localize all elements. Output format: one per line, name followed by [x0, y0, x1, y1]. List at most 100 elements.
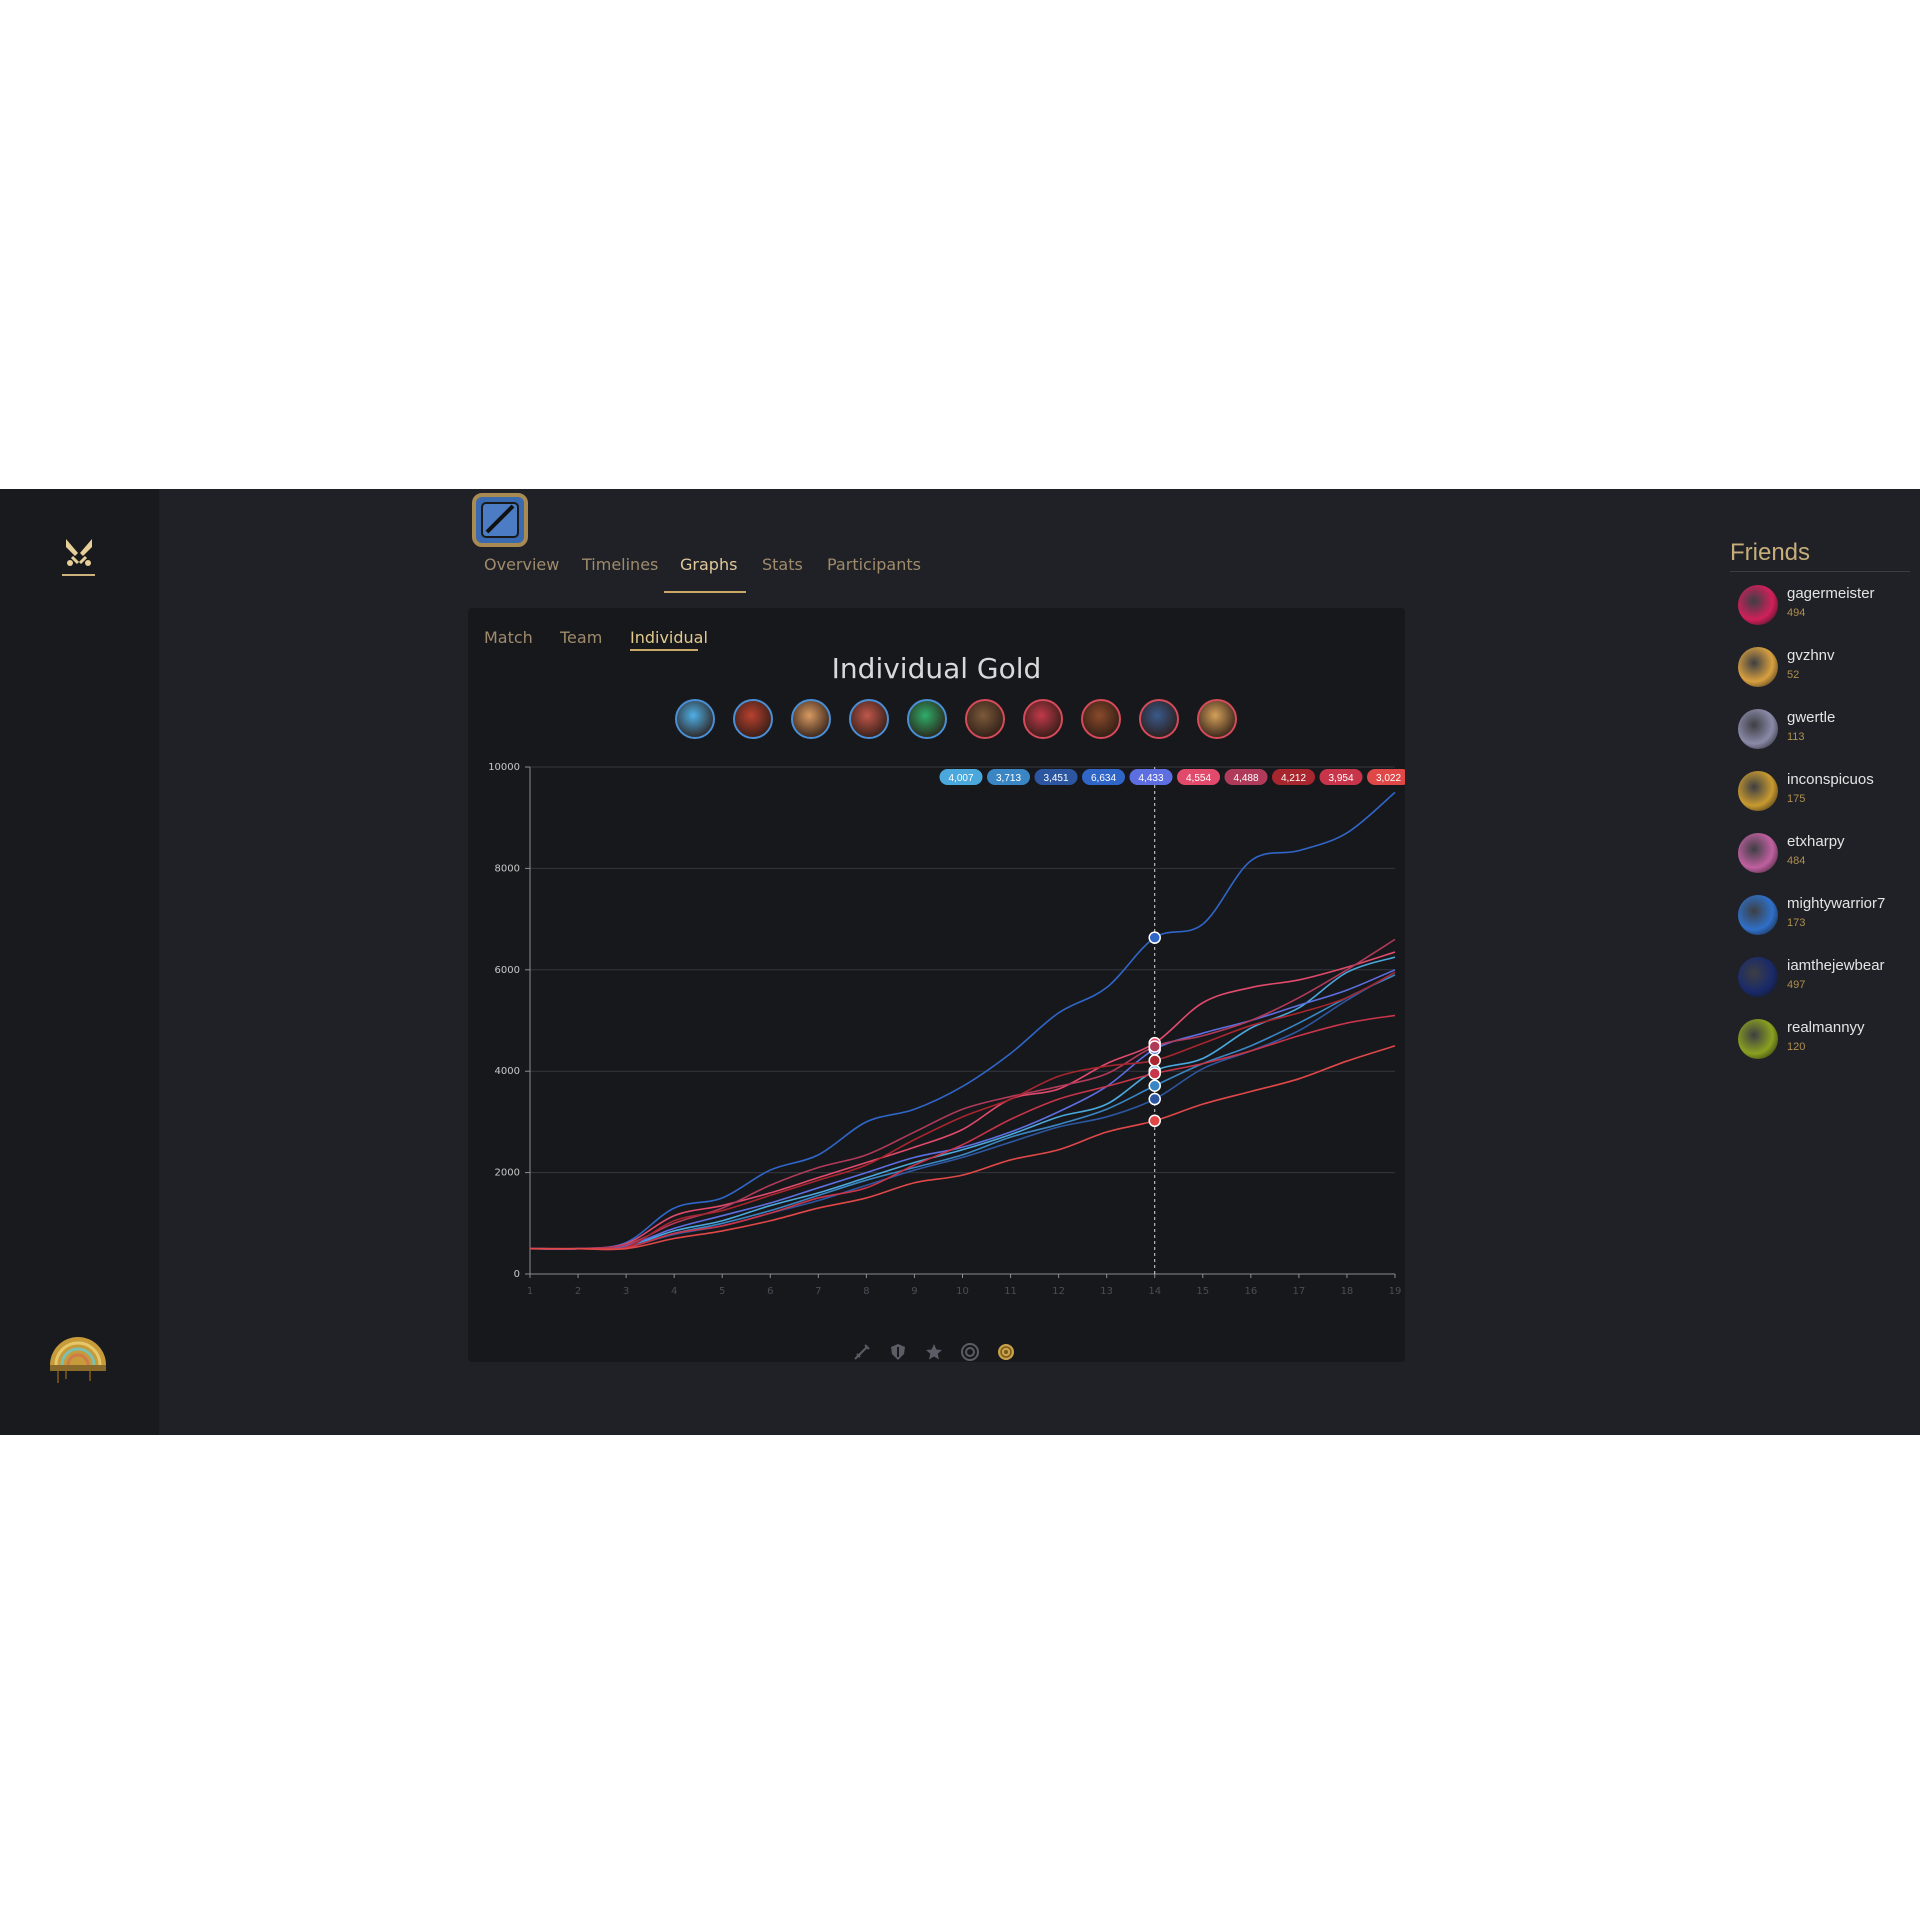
friend-avatar — [1738, 833, 1778, 873]
value-pill-8: 4,212 — [1272, 769, 1315, 785]
tab-timelines[interactable]: Timelines — [582, 555, 658, 574]
hover-point-10[interactable] — [1148, 1114, 1161, 1128]
value-pill-label: 4,488 — [1233, 773, 1258, 784]
value-pill-7: 4,488 — [1224, 769, 1268, 785]
friend-level: 484 — [1787, 855, 1806, 867]
value-pill-label: 4,554 — [1186, 773, 1211, 784]
friend-avatar — [1738, 647, 1778, 687]
y-tick-label: 10000 — [488, 762, 520, 773]
friend-avatar — [1738, 1019, 1778, 1059]
series-line-9[interactable] — [529, 1014, 1396, 1250]
x-tick-label: 8 — [863, 1286, 869, 1297]
tab-stats[interactable]: Stats — [762, 555, 803, 574]
friend-avatar — [1738, 585, 1778, 625]
x-tick-label: 4 — [671, 1286, 677, 1297]
y-tick-label: 8000 — [495, 863, 520, 874]
friend-item[interactable]: iamthejewbear 497 — [1730, 957, 1920, 1007]
coin-icon[interactable] — [996, 1342, 1016, 1362]
x-tick-label: 14 — [1148, 1286, 1161, 1297]
friend-item[interactable]: realmannyy 120 — [1730, 1019, 1920, 1069]
hover-point-9[interactable] — [1148, 1067, 1161, 1080]
hover-point-3[interactable] — [1148, 1092, 1161, 1106]
friend-level: 113 — [1787, 731, 1805, 743]
friend-level: 494 — [1787, 607, 1806, 619]
friend-item[interactable]: mightywarrior7 173 — [1730, 895, 1920, 945]
friend-name: inconspicuos — [1787, 771, 1874, 788]
left-sidebar — [0, 489, 159, 1435]
value-pill-label: 4,007 — [948, 773, 973, 784]
rank-emblem-icon[interactable] — [46, 1325, 110, 1387]
hover-point-7[interactable] — [1148, 1040, 1161, 1053]
hover-point-2[interactable] — [1148, 1079, 1161, 1093]
star-icon[interactable] — [924, 1342, 944, 1362]
hover-point-4[interactable] — [1148, 931, 1161, 944]
x-tick-label: 3 — [623, 1286, 629, 1297]
friend-level: 173 — [1787, 917, 1806, 929]
value-pill-label: 3,451 — [1043, 773, 1068, 784]
friend-avatar — [1738, 957, 1778, 997]
friend-item[interactable]: etxharpy 484 — [1730, 833, 1920, 883]
logo-underline — [62, 574, 95, 576]
friend-avatar — [1738, 895, 1778, 935]
x-tick-label: 11 — [1004, 1286, 1017, 1297]
value-pill-label: 3,954 — [1328, 773, 1353, 784]
friend-name: gagermeister — [1787, 585, 1875, 602]
y-tick-label: 6000 — [495, 965, 520, 976]
series-line-1[interactable] — [529, 956, 1396, 1250]
x-tick-label: 2 — [575, 1286, 581, 1297]
value-pill-1: 4,007 — [939, 769, 983, 785]
x-tick-label: 12 — [1052, 1286, 1065, 1297]
crossed-swords-logo-icon[interactable] — [62, 535, 96, 569]
friend-level: 497 — [1787, 979, 1806, 991]
value-pill-label: 6,634 — [1091, 773, 1116, 784]
x-tick-label: 15 — [1196, 1286, 1209, 1297]
value-pill-label: 3,713 — [996, 773, 1021, 784]
friend-item[interactable]: gagermeister 494 — [1730, 585, 1920, 635]
graph-panel: Match Team Individual Individual Gold 02… — [468, 608, 1405, 1362]
value-pill-4: 6,634 — [1082, 769, 1125, 785]
friend-item[interactable]: gwertle 113 — [1730, 709, 1920, 759]
x-tick-label: 10 — [956, 1286, 969, 1297]
value-pill-2: 3,713 — [987, 769, 1030, 785]
hover-point-8[interactable] — [1148, 1054, 1161, 1067]
x-tick-label: 6 — [767, 1286, 773, 1297]
friends-title: Friends — [1730, 539, 1811, 566]
friend-name: realmannyy — [1787, 1019, 1865, 1036]
x-tick-label: 16 — [1244, 1286, 1257, 1297]
shield-icon[interactable] — [888, 1342, 908, 1362]
series-line-7[interactable] — [529, 938, 1396, 1250]
gold-line-chart[interactable]: 02000400060008000100001 2 3 4 5 6 7 8 9 10 11 12 13 1… — [468, 608, 1405, 1348]
value-pill-label: 4,433 — [1138, 773, 1163, 784]
x-tick-label: 9 — [911, 1286, 917, 1297]
active-tab-indicator — [664, 591, 746, 593]
sword-icon[interactable] — [852, 1342, 872, 1362]
friend-level: 175 — [1787, 793, 1806, 805]
x-tick-label: 5 — [719, 1286, 725, 1297]
x-tick-label: 1 — [527, 1286, 533, 1297]
friends-divider — [1730, 571, 1910, 572]
friend-name: gvzhnv — [1787, 647, 1835, 664]
x-tick-label: 18 — [1341, 1286, 1354, 1297]
target-icon[interactable] — [960, 1342, 980, 1362]
friend-name: iamthejewbear — [1787, 957, 1885, 974]
friend-level: 52 — [1787, 669, 1800, 681]
tab-overview[interactable]: Overview — [484, 555, 559, 574]
friend-name: etxharpy — [1787, 833, 1845, 850]
value-pill-3: 3,451 — [1034, 769, 1078, 785]
value-pill-label: 4,212 — [1281, 773, 1306, 784]
tab-participants[interactable]: Participants — [827, 555, 921, 574]
tab-graphs[interactable]: Graphs — [680, 555, 737, 574]
friend-item[interactable]: gvzhnv 52 — [1730, 647, 1920, 697]
x-tick-label: 13 — [1100, 1286, 1113, 1297]
friend-name: gwertle — [1787, 709, 1836, 726]
y-tick-label: 0 — [514, 1269, 520, 1280]
value-pill-6: 4,554 — [1177, 769, 1220, 785]
y-tick-label: 2000 — [495, 1168, 520, 1179]
y-tick-label: 4000 — [495, 1066, 520, 1077]
profile-icon[interactable] — [471, 492, 529, 548]
friend-item[interactable]: inconspicuos 175 — [1730, 771, 1920, 821]
value-pill-label: 3,022 — [1376, 773, 1401, 784]
x-tick-label: 17 — [1293, 1286, 1306, 1297]
value-pill-10: 3,022 — [1367, 769, 1405, 785]
series-line-6[interactable] — [529, 951, 1396, 1250]
